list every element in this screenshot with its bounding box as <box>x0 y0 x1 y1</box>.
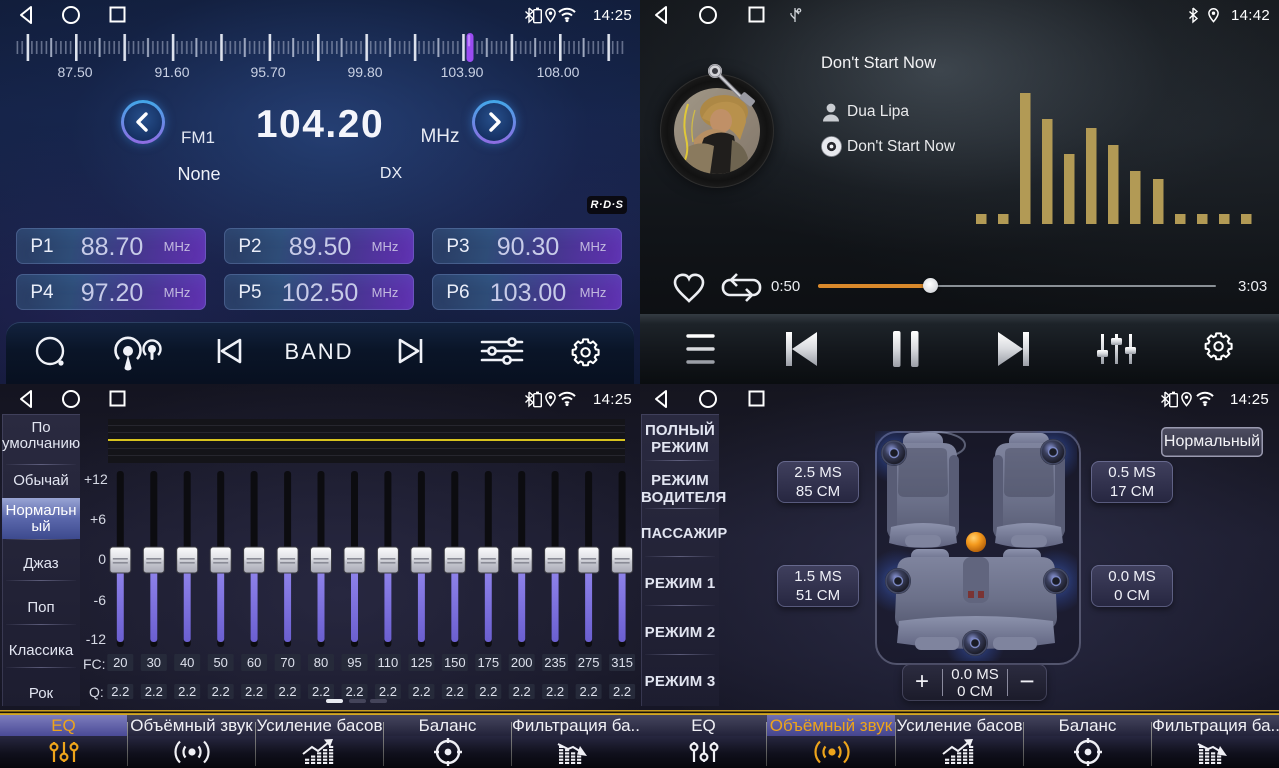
svg-text:200: 200 <box>511 655 533 670</box>
svg-text:2.2: 2.2 <box>212 684 230 699</box>
svg-text:60: 60 <box>247 655 261 670</box>
svg-text:2.2: 2.2 <box>546 684 564 699</box>
svg-text:2.2: 2.2 <box>145 684 163 699</box>
svg-text:40: 40 <box>180 655 194 670</box>
svg-text:315: 315 <box>611 655 633 670</box>
svg-text:50: 50 <box>213 655 227 670</box>
svg-text:2.2: 2.2 <box>178 684 196 699</box>
svg-text:70: 70 <box>280 655 294 670</box>
svg-text:2.2: 2.2 <box>446 684 464 699</box>
svg-text:2.2: 2.2 <box>279 684 297 699</box>
svg-text:2.2: 2.2 <box>245 684 263 699</box>
svg-text:BAND: BAND <box>284 339 353 364</box>
svg-text:275: 275 <box>578 655 600 670</box>
svg-text:175: 175 <box>477 655 499 670</box>
svg-text:2.2: 2.2 <box>111 684 129 699</box>
svg-text:2.2: 2.2 <box>513 684 531 699</box>
svg-text:235: 235 <box>544 655 566 670</box>
svg-text:2.2: 2.2 <box>345 684 363 699</box>
svg-text:30: 30 <box>147 655 161 670</box>
svg-text:2.2: 2.2 <box>412 684 430 699</box>
svg-text:150: 150 <box>444 655 466 670</box>
svg-text:95: 95 <box>347 655 361 670</box>
svg-text:2.2: 2.2 <box>379 684 397 699</box>
svg-text:125: 125 <box>411 655 433 670</box>
svg-text:2.2: 2.2 <box>613 684 631 699</box>
svg-text:110: 110 <box>378 655 399 670</box>
svg-text:2.2: 2.2 <box>312 684 330 699</box>
svg-text:20: 20 <box>113 655 127 670</box>
svg-text:2.2: 2.2 <box>580 684 598 699</box>
svg-text:2.2: 2.2 <box>479 684 497 699</box>
svg-text:80: 80 <box>314 655 328 670</box>
